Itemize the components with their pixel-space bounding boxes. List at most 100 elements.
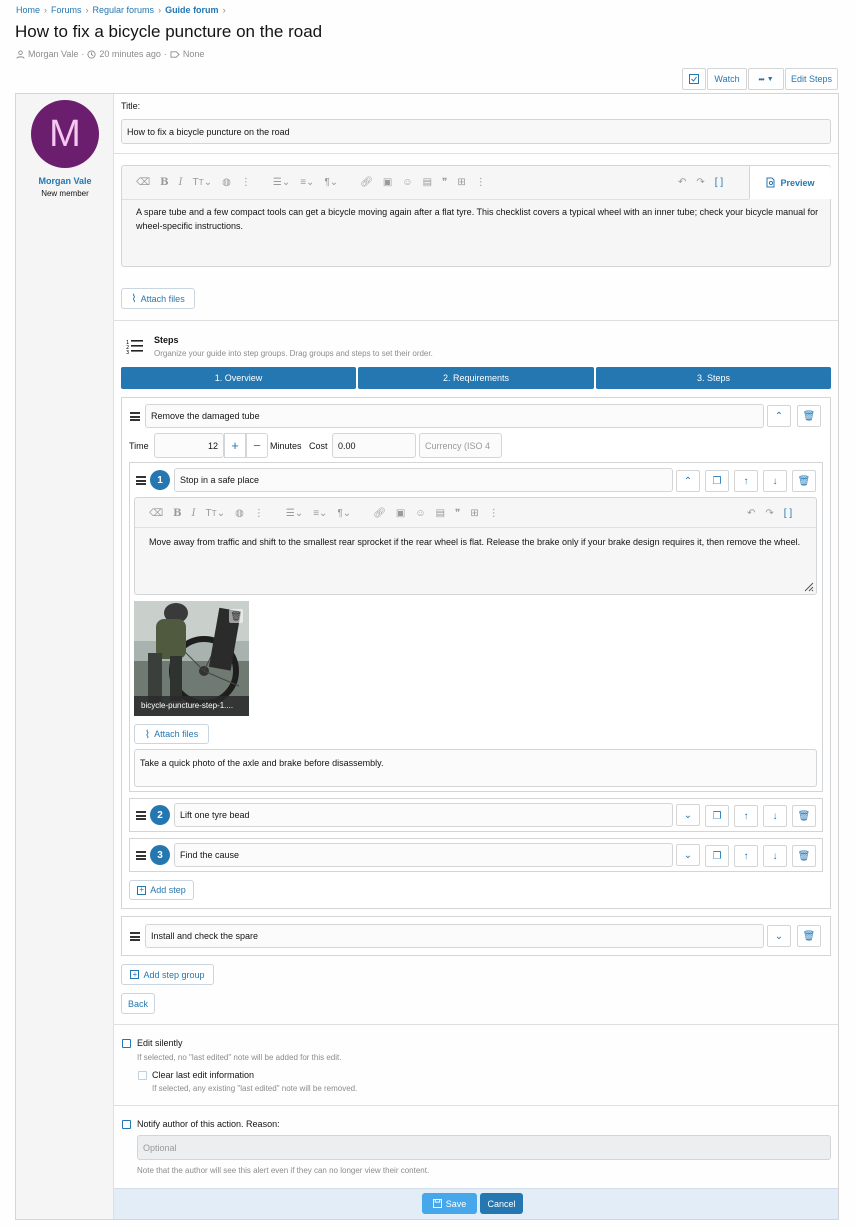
paragraph-icon[interactable]: ¶⌄ (324, 177, 338, 188)
tab-overview[interactable]: 1. Overview (121, 367, 356, 389)
tab-requirements[interactable]: 2. Requirements (358, 367, 594, 389)
delete-step-button[interactable]: 🗑︎ (792, 845, 816, 867)
title-input[interactable]: How to fix a bicycle puncture on the roa… (121, 119, 831, 144)
currency-input[interactable]: Currency (ISO 4 (419, 433, 502, 458)
move-step-down-button[interactable]: ↓ (763, 470, 787, 492)
duplicate-step-button[interactable]: ❐ (705, 470, 729, 492)
watch-button[interactable]: Watch (707, 68, 747, 90)
more-icon[interactable]: ⋮ (241, 177, 251, 188)
expand-group-button[interactable]: ⌄ (767, 925, 791, 947)
more-options-button[interactable]: ••• ▼ (748, 68, 784, 90)
edit-steps-button[interactable]: Edit Steps (785, 68, 838, 90)
palette-icon[interactable]: ◍ (222, 177, 231, 188)
align-icon[interactable]: ≡⌄ (313, 508, 327, 519)
meta-time[interactable]: 20 minutes ago (99, 49, 161, 59)
step-group-title-input[interactable]: Remove the damaged tube (145, 404, 764, 428)
clear-last-edit-checkbox[interactable] (138, 1071, 147, 1080)
italic-icon[interactable]: I (179, 177, 183, 188)
step-title-input[interactable]: Stop in a safe place (174, 468, 673, 492)
delete-attachment-button[interactable]: 🗑︎ (229, 609, 243, 623)
undo-icon[interactable]: ↶ (678, 177, 686, 188)
link-icon[interactable]: 🔗︎ (360, 177, 373, 188)
bold-icon[interactable]: B (173, 508, 181, 519)
palette-icon[interactable]: ◍ (235, 508, 244, 519)
source-toggle-icon[interactable]: [ ] (784, 508, 792, 519)
expand-step-button[interactable]: ⌄ (676, 804, 700, 826)
image-icon[interactable]: ▣ (383, 177, 392, 188)
delete-step-button[interactable]: 🗑︎ (792, 805, 816, 827)
more-icon[interactable]: ⋮ (476, 177, 486, 188)
reason-input[interactable]: Optional (137, 1135, 831, 1160)
source-toggle-icon[interactable]: [ ] (715, 177, 723, 188)
attachment-thumbnail[interactable]: 🗑︎ bicycle-puncture-step-1.... (134, 601, 249, 716)
breadcrumb-forums[interactable]: Forums (51, 5, 82, 15)
step-title-input[interactable]: Lift one tyre bead (174, 803, 673, 827)
redo-icon[interactable]: ↷ (765, 508, 773, 519)
notify-author-checkbox[interactable] (122, 1120, 131, 1129)
move-step-down-button[interactable]: ↓ (763, 845, 787, 867)
delete-group-button[interactable]: 🗑︎ (797, 405, 821, 427)
step-body-text[interactable]: Move away from traffic and shift to the … (149, 535, 809, 549)
more-icon[interactable]: ⋮ (254, 508, 264, 519)
drag-handle-icon[interactable] (136, 851, 146, 860)
drag-handle-icon[interactable] (136, 811, 146, 820)
time-increment-button[interactable]: + (224, 433, 246, 458)
media-icon[interactable]: ▤ (423, 177, 432, 188)
expand-step-button[interactable]: ⌄ (676, 844, 700, 866)
select-button[interactable] (682, 68, 706, 90)
user-name[interactable]: Morgan Vale (16, 176, 114, 186)
duplicate-step-button[interactable]: ❐ (705, 805, 729, 827)
cancel-button[interactable]: Cancel (480, 1193, 523, 1214)
drag-handle-icon[interactable] (130, 412, 140, 421)
resize-handle-icon[interactable] (802, 580, 814, 592)
step-body-editor[interactable]: ⌫ B I TT⌄ ◍ ⋮ ☰⌄ ≡⌄ ¶⌄ 🔗︎ ▣ ☺ ▤ ❞ ⊞ ⋮ ↶ … (134, 497, 817, 595)
intro-text[interactable]: A spare tube and a few compact tools can… (136, 205, 820, 233)
add-step-group-button[interactable]: + Add step group (121, 964, 214, 985)
preview-button[interactable]: Preview (749, 166, 831, 199)
cost-input[interactable]: 0.00 (332, 433, 416, 458)
add-step-button[interactable]: + Add step (129, 880, 194, 900)
time-input[interactable]: 12 (154, 433, 224, 458)
step-note-input[interactable]: Take a quick photo of the axle and brake… (134, 749, 817, 787)
bold-icon[interactable]: B (160, 177, 168, 188)
time-decrement-button[interactable]: − (246, 433, 268, 458)
quote-icon[interactable]: ❞ (455, 508, 460, 519)
move-step-down-button[interactable]: ↓ (763, 805, 787, 827)
delete-group-button[interactable]: 🗑︎ (797, 925, 821, 947)
move-step-up-button[interactable]: ↑ (734, 845, 758, 867)
step-attach-files-button[interactable]: ⌇ Attach files (134, 724, 209, 744)
table-icon[interactable]: ⊞ (470, 508, 478, 519)
breadcrumb-home[interactable]: Home (16, 5, 40, 15)
paragraph-icon[interactable]: ¶⌄ (337, 508, 351, 519)
edit-silently-checkbox[interactable] (122, 1039, 131, 1048)
font-size-icon[interactable]: TT⌄ (193, 177, 213, 188)
attach-files-button[interactable]: ⌇ Attach files (121, 288, 195, 309)
delete-step-button[interactable]: 🗑︎ (792, 470, 816, 492)
clear-format-icon[interactable]: ⌫ (149, 508, 163, 519)
redo-icon[interactable]: ↷ (696, 177, 704, 188)
meta-author[interactable]: Morgan Vale (28, 49, 78, 59)
step-title-input[interactable]: Find the cause (174, 843, 673, 867)
intro-editor[interactable]: ⌫ B I TT⌄ ◍ ⋮ ☰⌄ ≡⌄ ¶⌄ 🔗︎ ▣ ☺ ▤ ❞ ⊞ ⋮ ↶ … (121, 165, 831, 267)
tab-steps[interactable]: 3. Steps (596, 367, 831, 389)
duplicate-step-button[interactable]: ❐ (705, 845, 729, 867)
collapse-step-button[interactable]: ⌃ (676, 470, 700, 492)
more-icon[interactable]: ⋮ (489, 508, 499, 519)
smilie-icon[interactable]: ☺ (415, 508, 425, 519)
italic-icon[interactable]: I (192, 508, 196, 519)
drag-handle-icon[interactable] (136, 476, 146, 485)
avatar[interactable]: M (31, 100, 99, 168)
image-icon[interactable]: ▣ (396, 508, 405, 519)
media-icon[interactable]: ▤ (436, 508, 445, 519)
move-step-up-button[interactable]: ↑ (734, 470, 758, 492)
clear-format-icon[interactable]: ⌫ (136, 177, 150, 188)
back-button[interactable]: Back (121, 993, 155, 1014)
undo-icon[interactable]: ↶ (747, 508, 755, 519)
link-icon[interactable]: 🔗︎ (373, 508, 386, 519)
quote-icon[interactable]: ❞ (442, 177, 447, 188)
smilie-icon[interactable]: ☺ (402, 177, 412, 188)
breadcrumb-regular-forums[interactable]: Regular forums (93, 5, 155, 15)
move-step-up-button[interactable]: ↑ (734, 805, 758, 827)
list-icon[interactable]: ☰⌄ (286, 508, 303, 519)
drag-handle-icon[interactable] (130, 932, 140, 941)
